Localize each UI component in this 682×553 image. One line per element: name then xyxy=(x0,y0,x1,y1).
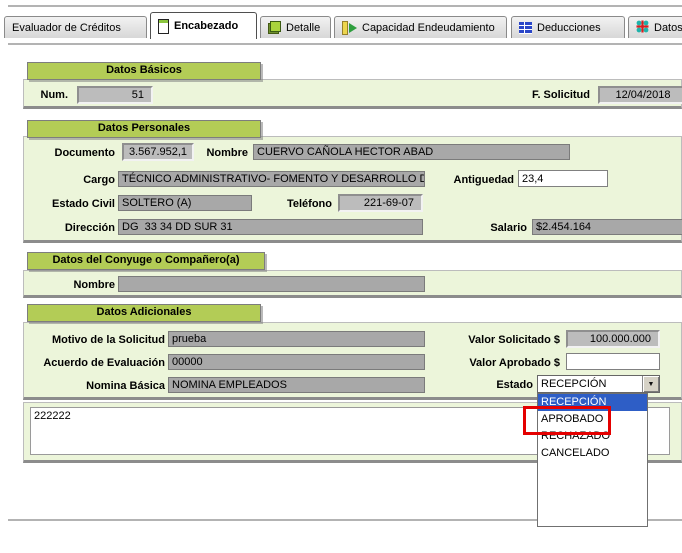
section-header-datos-personales: Datos Personales xyxy=(27,120,261,138)
motivo-field: prueba xyxy=(168,331,425,347)
direccion-label: Dirección xyxy=(23,220,115,236)
num-label: Num. xyxy=(23,87,68,103)
tab-label: Datos xyxy=(654,22,682,34)
num-field: 51 xyxy=(77,86,153,104)
salario-field: $2.454.164 xyxy=(532,219,682,235)
estado-dropdown-list: RECEPCIÓNAPROBADORECHAZADOCANCELADO xyxy=(537,393,648,527)
cross-dots-icon xyxy=(636,20,649,36)
tab-label: Deducciones xyxy=(537,22,601,34)
tab-label: Encabezado xyxy=(174,20,238,32)
estado-selected-value: RECEPCIÓN xyxy=(538,376,642,392)
estado-label: Estado xyxy=(480,377,533,393)
dropdown-option-cancelado[interactable]: CANCELADO xyxy=(538,445,647,462)
tab-deducciones[interactable]: Deducciones xyxy=(511,16,625,38)
tab-capacidad-endeudamiento[interactable]: Capacidad Endeudamiento xyxy=(334,16,507,38)
nombre-field: CUERVO CAÑOLA HECTOR ABAD xyxy=(253,144,570,160)
direccion-field: DG 33 34 DD SUR 31 xyxy=(118,219,423,235)
cargo-label: Cargo xyxy=(23,172,115,188)
fecha-solicitud-field: 12/04/2018 xyxy=(598,86,682,104)
acuerdo-label: Acuerdo de Evaluación xyxy=(23,355,165,371)
motivo-label: Motivo de la Solicitud xyxy=(23,332,165,348)
nomina-label: Nomina Básica xyxy=(23,378,165,394)
tab-label: Evaluador de Créditos xyxy=(12,22,121,34)
telefono-label: Teléfono xyxy=(282,196,332,212)
salario-label: Salario xyxy=(483,220,527,236)
conyuge-nombre-label: Nombre xyxy=(23,277,115,293)
estado-civil-field: SOLTERO (A) xyxy=(118,195,252,211)
documento-field: 3.567.952,1 xyxy=(122,143,194,161)
section-header-datos-basicos: Datos Básicos xyxy=(27,62,261,80)
tab-evaluador-de-creditos[interactable]: Evaluador de Créditos xyxy=(4,16,147,38)
dropdown-option-rechazado[interactable]: RECHAZADO xyxy=(538,428,647,445)
dropdown-option-aprobado[interactable]: APROBADO xyxy=(538,411,647,428)
conyuge-nombre-field xyxy=(118,276,425,292)
credit-evaluator-window: Evaluador de Créditos Encabezado Detalle… xyxy=(0,0,682,553)
tab-label: Capacidad Endeudamiento xyxy=(362,22,495,34)
acuerdo-field: 00000 xyxy=(168,354,425,370)
tab-label: Detalle xyxy=(286,22,320,34)
section-header-datos-adicionales: Datos Adicionales xyxy=(27,304,261,322)
nombre-label: Nombre xyxy=(200,145,248,161)
antiguedad-input[interactable] xyxy=(518,170,608,187)
antiguedad-label: Antiguedad xyxy=(452,172,514,188)
cargo-field: TÉCNICO ADMINISTRATIVO- FOMENTO Y DESARR… xyxy=(118,171,425,187)
fecha-solicitud-label: F. Solicitud xyxy=(500,87,590,103)
estado-combobox[interactable]: RECEPCIÓN ▼ xyxy=(537,375,660,393)
valor-solicitado-field: 100.000.000 xyxy=(566,330,660,348)
note-icon xyxy=(268,21,281,34)
tab-encabezado[interactable]: Encabezado xyxy=(150,12,257,39)
form-page-icon xyxy=(158,19,169,34)
chevron-down-icon[interactable]: ▼ xyxy=(642,376,659,392)
section-header-conyuge: Datos del Conyuge o Compañero(a) xyxy=(27,252,265,270)
valor-aprobado-label: Valor Aprobado $ xyxy=(450,355,560,371)
top-divider xyxy=(8,5,682,7)
table-grid-icon xyxy=(519,22,532,34)
dropdown-option-recepción[interactable]: RECEPCIÓN xyxy=(538,394,647,411)
telefono-field: 221-69-07 xyxy=(338,194,423,212)
play-icon xyxy=(342,21,357,35)
valor-aprobado-input[interactable] xyxy=(566,353,660,370)
nomina-field: NOMINA EMPLEADOS xyxy=(168,377,425,393)
tabbar-divider xyxy=(8,43,682,45)
tab-datos[interactable]: Datos xyxy=(628,16,682,38)
tab-detalle[interactable]: Detalle xyxy=(260,16,331,38)
documento-label: Documento xyxy=(23,145,115,161)
estado-civil-label: Estado Civil xyxy=(23,196,115,212)
valor-solicitado-label: Valor Solicitado $ xyxy=(450,332,560,348)
